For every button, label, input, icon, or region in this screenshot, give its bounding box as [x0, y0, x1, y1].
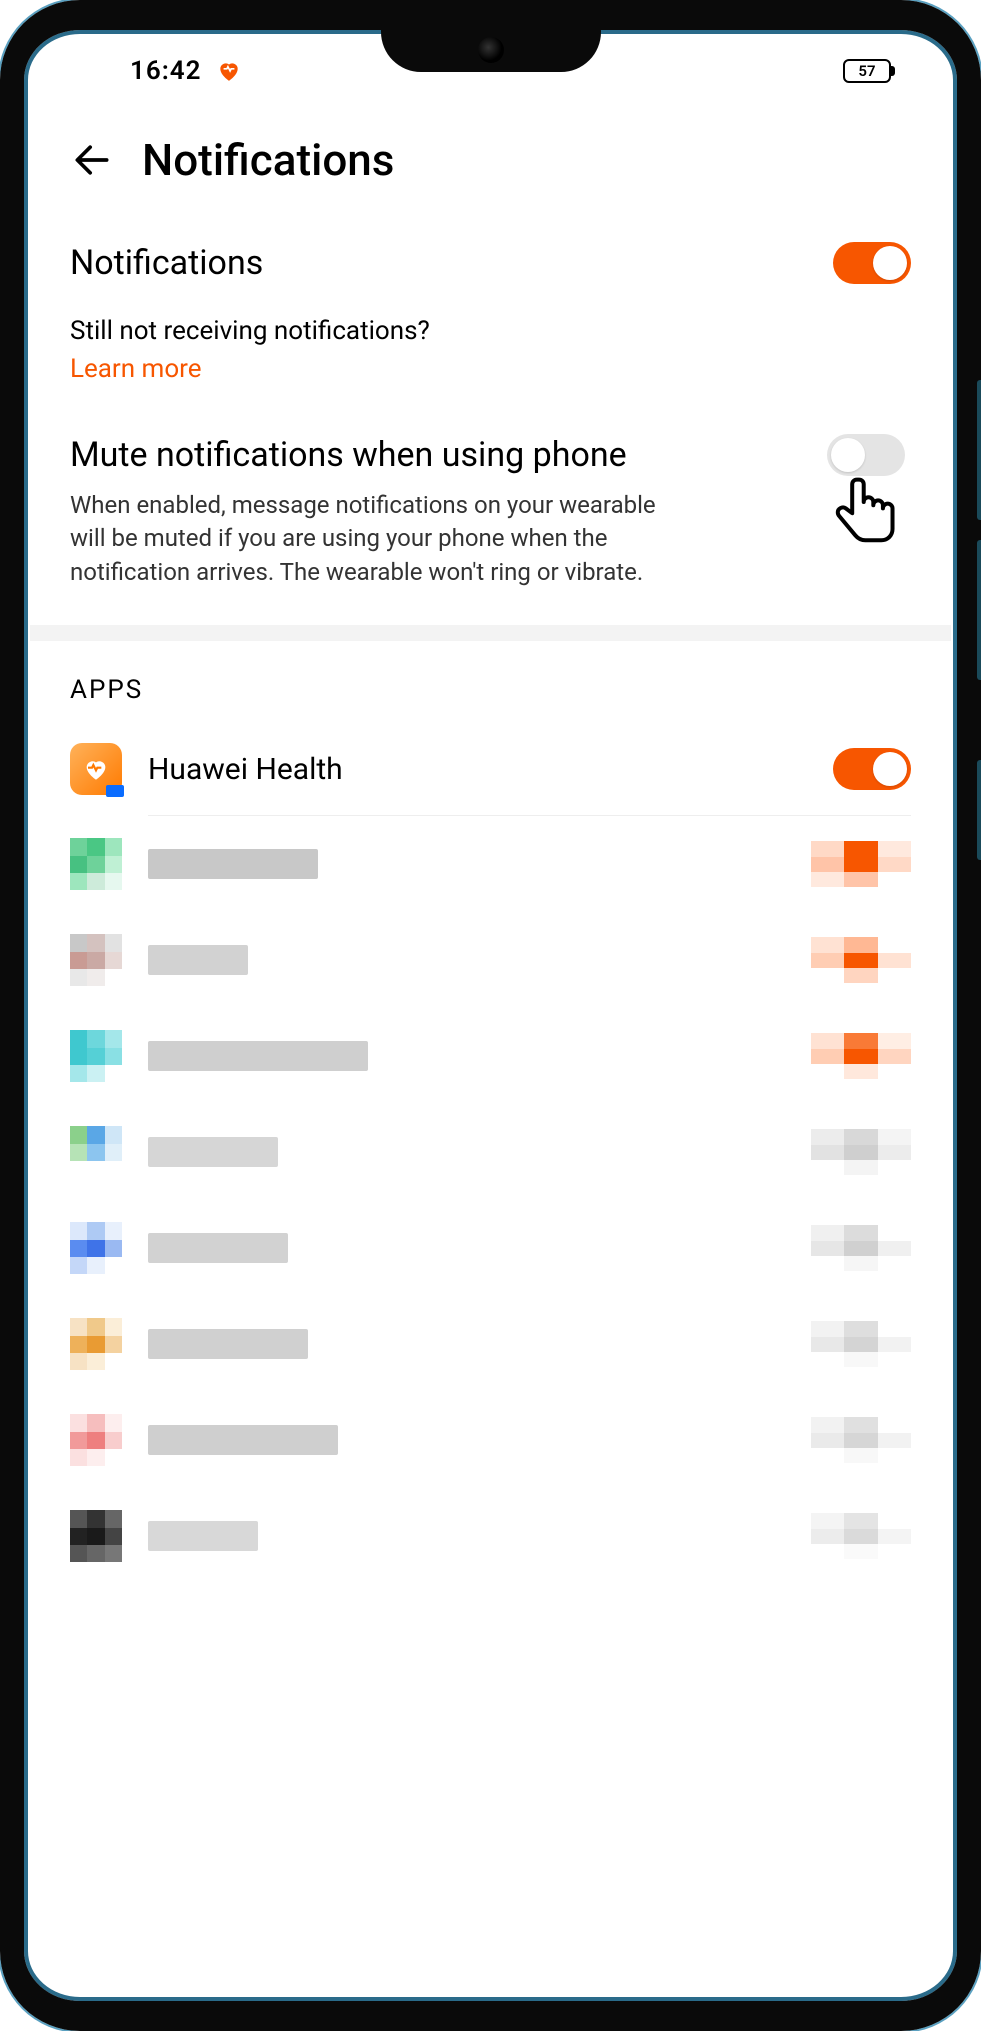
- notifications-label: Notifications: [70, 243, 263, 283]
- app-row-blurred: [70, 1392, 911, 1488]
- pointer-hand-icon: [825, 470, 905, 570]
- back-icon[interactable]: [70, 138, 114, 182]
- volume-down-button: [977, 540, 981, 680]
- app-row-blurred: [70, 1200, 911, 1296]
- app-row-blurred: [70, 1104, 911, 1200]
- notifications-helper: Still not receiving notifications?: [70, 304, 911, 346]
- app-row-blurred: [70, 1296, 911, 1392]
- learn-more-link[interactable]: Learn more: [70, 346, 202, 418]
- phone-notch: [381, 28, 601, 72]
- battery-level: 57: [858, 62, 875, 80]
- apps-section-header: APPS: [70, 641, 911, 723]
- battery-indicator: 57: [843, 59, 891, 83]
- notifications-toggle[interactable]: [833, 242, 911, 284]
- app-toggle-huawei-health[interactable]: [833, 748, 911, 790]
- screen: 16:42 57 Notifications Notifications Sti…: [30, 36, 951, 1995]
- mute-row: Mute notifications when using phone When…: [70, 418, 911, 625]
- notifications-row: Notifications: [70, 222, 911, 304]
- section-divider: [30, 625, 951, 641]
- page-header: Notifications: [30, 106, 951, 222]
- page-title: Notifications: [142, 134, 394, 186]
- app-row-blurred: [70, 1008, 911, 1104]
- power-button: [977, 760, 981, 860]
- status-time: 16:42: [130, 56, 202, 86]
- app-row-blurred: [70, 1488, 911, 1562]
- app-row-blurred: [70, 912, 911, 1008]
- volume-up-button: [977, 380, 981, 520]
- mute-description: When enabled, message notifications on y…: [70, 489, 690, 590]
- health-app-icon: [216, 58, 242, 84]
- app-row-blurred: [70, 816, 911, 912]
- app-name-label: Huawei Health: [148, 752, 807, 787]
- app-row-huawei-health: Huawei Health: [70, 723, 911, 815]
- mute-title: Mute notifications when using phone: [70, 434, 801, 477]
- huawei-health-icon: [70, 743, 122, 795]
